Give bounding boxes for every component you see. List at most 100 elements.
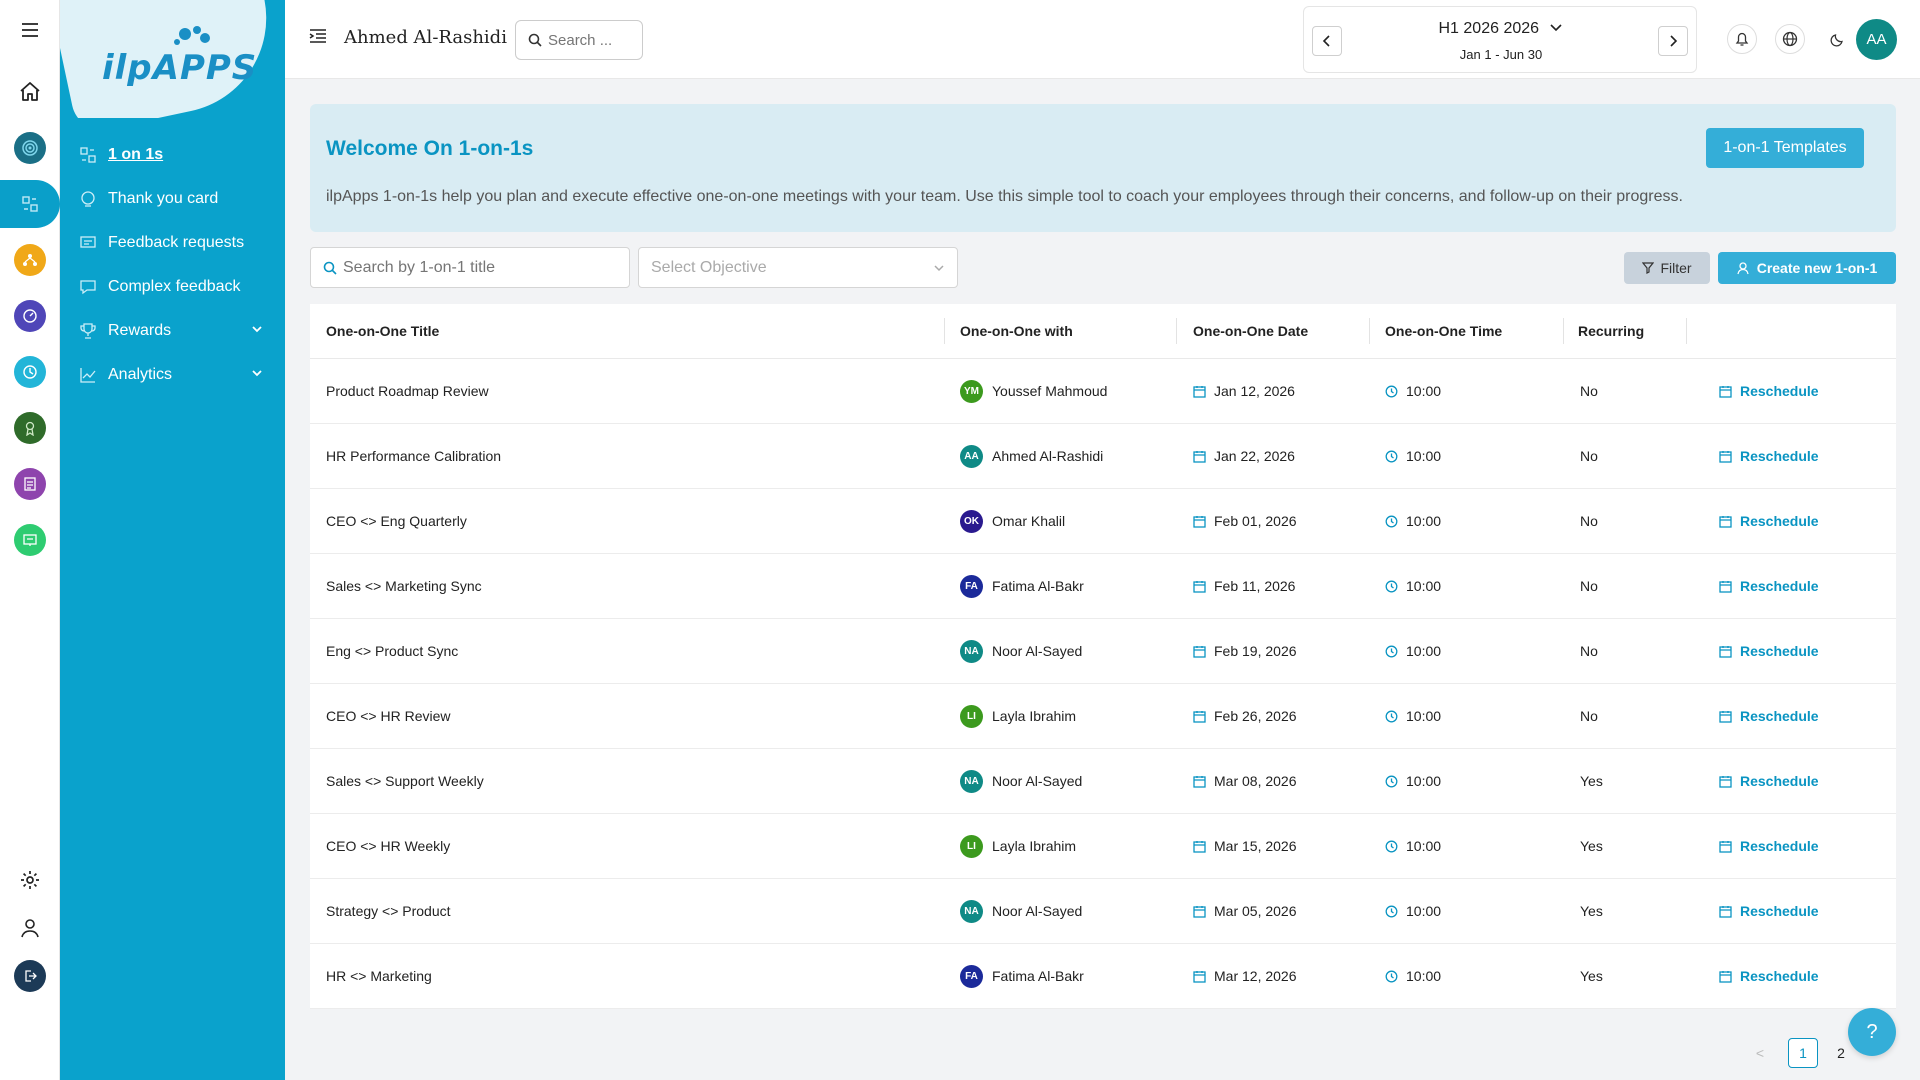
chevron-down-icon [252, 326, 262, 333]
column-header-title[interactable]: One-on-One Title [326, 323, 439, 339]
user-icon[interactable] [0, 904, 60, 952]
sidebar-item-rewards[interactable]: Rewards [60, 309, 285, 353]
search-icon [528, 33, 542, 47]
row-date-text: Jan 22, 2026 [1214, 448, 1295, 464]
reschedule-button[interactable]: Reschedule [1719, 834, 1819, 858]
logout-icon[interactable] [0, 952, 60, 1000]
row-with: AA Ahmed Al-Rashidi [960, 444, 1103, 468]
row-with: NA Noor Al-Sayed [960, 639, 1082, 663]
avatar: FA [960, 964, 983, 988]
dark-mode-toggle[interactable] [1823, 24, 1853, 54]
row-with: NA Noor Al-Sayed [960, 769, 1082, 793]
row-with: OK Omar Khalil [960, 509, 1065, 533]
pagination-prev[interactable]: < [1748, 1038, 1772, 1068]
create-label: Create new 1-on-1 [1756, 260, 1878, 276]
target-icon[interactable] [0, 124, 60, 172]
row-time: 10:00 [1385, 574, 1441, 598]
row-time: 10:00 [1385, 964, 1441, 988]
chevron-down-icon [1550, 24, 1563, 32]
row-time: 10:00 [1385, 704, 1441, 728]
row-date-text: Feb 11, 2026 [1214, 578, 1296, 594]
table-row[interactable]: Sales <> Marketing Sync FA Fatima Al-Bakr F… [310, 554, 1896, 619]
table-row[interactable]: Eng <> Product Sync NA Noor Al-Sayed Feb 19… [310, 619, 1896, 684]
home-icon[interactable] [0, 68, 60, 116]
table-row[interactable]: Product Roadmap Review YM Youssef Mahmoud J… [310, 359, 1896, 424]
clock-icon[interactable] [0, 348, 60, 396]
calendar-icon [1719, 450, 1732, 463]
row-with: NA Noor Al-Sayed [960, 899, 1082, 923]
sidebar-item-1-on-1s[interactable]: 1 on 1s [60, 133, 285, 177]
board-icon[interactable] [0, 516, 60, 564]
row-recurring: No [1580, 643, 1598, 659]
table-row[interactable]: Sales <> Support Weekly NA Noor Al-Sayed Ma… [310, 749, 1896, 814]
period-title[interactable]: H1 2026 2026 [1304, 20, 1698, 38]
reschedule-button[interactable]: Reschedule [1719, 444, 1819, 468]
clock-icon [1385, 840, 1398, 853]
reschedule-button[interactable]: Reschedule [1719, 509, 1819, 533]
templates-button[interactable]: 1-on-1 Templates [1706, 128, 1864, 168]
pagination-page-1[interactable]: 1 [1788, 1038, 1818, 1068]
app-logo[interactable]: ilpAPPS [60, 0, 285, 118]
avatar: LI [960, 704, 983, 728]
row-time-text: 10:00 [1406, 773, 1442, 789]
one-on-one-search-input[interactable] [343, 258, 613, 277]
calendar-icon [1719, 970, 1732, 983]
column-header-recurring[interactable]: Recurring [1578, 323, 1644, 339]
sidebar-item-feedback-requests[interactable]: Feedback requests [60, 221, 285, 265]
collapse-menu-icon[interactable] [309, 28, 327, 49]
create-one-on-one-button[interactable]: Create new 1-on-1 [1718, 252, 1896, 284]
table-row[interactable]: Strategy <> Product NA Noor Al-Sayed Mar 05… [310, 879, 1896, 944]
column-header-date[interactable]: One-on-One Date [1193, 323, 1308, 339]
language-button[interactable] [1775, 24, 1805, 54]
people-icon [78, 145, 98, 165]
settings-icon[interactable] [0, 856, 60, 904]
objective-select[interactable]: Select Objective [638, 247, 958, 288]
survey-icon[interactable] [0, 460, 60, 508]
table-row[interactable]: HR Performance Calibration AA Ahmed Al-Ras… [310, 424, 1896, 489]
notifications-button[interactable] [1727, 24, 1757, 54]
filter-button[interactable]: Filter [1624, 252, 1710, 284]
reschedule-label: Reschedule [1740, 448, 1819, 464]
clock-icon [1385, 580, 1398, 593]
sidebar-item-complex-feedback[interactable]: Complex feedback [60, 265, 285, 309]
user-avatar[interactable]: AA [1856, 19, 1897, 60]
table-row[interactable]: CEO <> HR Weekly LI Layla Ibrahim Mar 15, 2… [310, 814, 1896, 879]
sidebar-item-analytics[interactable]: Analytics [60, 353, 285, 397]
speedometer-icon[interactable] [0, 292, 60, 340]
reschedule-label: Reschedule [1740, 903, 1819, 919]
global-search-input[interactable] [548, 31, 638, 49]
table-row[interactable]: HR <> Marketing FA Fatima Al-Bakr Mar 12, 2… [310, 944, 1896, 1009]
reschedule-button[interactable]: Reschedule [1719, 899, 1819, 923]
column-header-with[interactable]: One-on-One with [960, 323, 1073, 339]
column-header-time[interactable]: One-on-One Time [1385, 323, 1502, 339]
reschedule-button[interactable]: Reschedule [1719, 704, 1819, 728]
avatar: NA [960, 899, 983, 923]
row-date-text: Feb 26, 2026 [1214, 708, 1297, 724]
bell-icon [1735, 32, 1749, 46]
reschedule-button[interactable]: Reschedule [1719, 964, 1819, 988]
row-with: YM Youssef Mahmoud [960, 379, 1107, 403]
table-row[interactable]: CEO <> Eng Quarterly OK Omar Khalil Feb 01,… [310, 489, 1896, 554]
one-on-one-rail-icon[interactable] [0, 180, 60, 228]
row-with: FA Fatima Al-Bakr [960, 964, 1084, 988]
calendar-icon [1719, 645, 1732, 658]
row-time: 10:00 [1385, 444, 1441, 468]
table-row[interactable]: CEO <> HR Review LI Layla Ibrahim Feb 26, 2… [310, 684, 1896, 749]
award-icon[interactable] [0, 404, 60, 452]
row-date-text: Feb 19, 2026 [1214, 643, 1297, 659]
row-date-text: Feb 01, 2026 [1214, 513, 1297, 529]
global-search[interactable] [515, 20, 643, 60]
menu-icon[interactable] [0, 6, 60, 54]
one-on-one-search[interactable] [310, 247, 630, 288]
sidebar-item-thank-you-card[interactable]: Thank you card [60, 177, 285, 221]
next-period-button[interactable] [1658, 26, 1688, 56]
help-button[interactable]: ? [1848, 1008, 1896, 1056]
row-with: LI Layla Ibrahim [960, 834, 1076, 858]
calendar-icon [1719, 385, 1732, 398]
reschedule-button[interactable]: Reschedule [1719, 574, 1819, 598]
reschedule-button[interactable]: Reschedule [1719, 379, 1819, 403]
reschedule-button[interactable]: Reschedule [1719, 769, 1819, 793]
reschedule-button[interactable]: Reschedule [1719, 639, 1819, 663]
network-icon[interactable] [0, 236, 60, 284]
row-time-text: 10:00 [1406, 513, 1442, 529]
